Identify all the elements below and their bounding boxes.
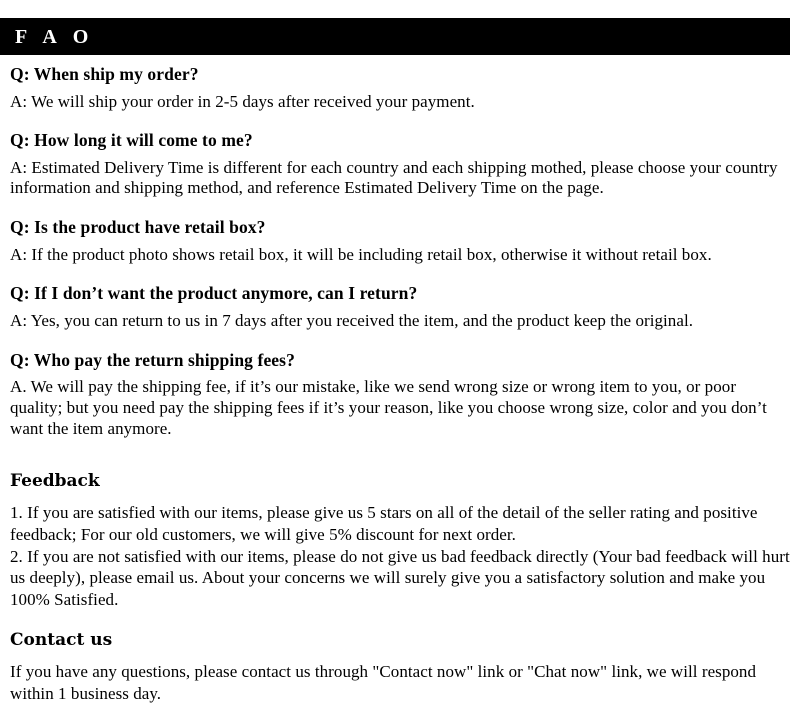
feedback-section: Feedback 1. If you are satisfied with ou…	[10, 473, 792, 610]
faq-question: Q: If I don’t want the product anymore, …	[10, 283, 418, 304]
faq-content: Q: When ship my order? A: We will ship y…	[10, 64, 792, 704]
faq-page: F A O Q: When ship my order? A: We will …	[0, 0, 800, 703]
faq-question: Q: Who pay the return shipping fees?	[10, 349, 295, 370]
faq-answer: A: Estimated Delivery Time is different …	[10, 157, 778, 198]
faq-question: Q: When ship my order?	[10, 64, 199, 84]
faq-question: Q: Is the product have retail box?	[10, 217, 266, 238]
faq-header-bar: F A O	[0, 18, 790, 55]
feedback-paragraph: 2. If you are not satisfied with our ite…	[10, 546, 790, 609]
feedback-paragraph: 1. If you are satisfied with our items, …	[10, 503, 758, 544]
faq-question: Q: How long it will come to me?	[10, 130, 253, 151]
feedback-heading: Feedback	[10, 471, 100, 492]
faq-item: Q: When ship my order? A: We will ship y…	[10, 64, 792, 112]
faq-item: Q: Who pay the return shipping fees? A. …	[10, 349, 792, 440]
faq-item: Q: If I don’t want the product anymore, …	[10, 285, 792, 331]
faq-answer: A. We will pay the shipping fee, if it’s…	[10, 377, 767, 438]
contact-paragraph: If you have any questions, please contac…	[10, 662, 757, 703]
faq-answer: A: If the product photo shows retail box…	[10, 244, 712, 264]
faq-header-title: F A O	[15, 25, 95, 48]
faq-answer: A: We will ship your order in 2-5 days a…	[10, 91, 475, 111]
faq-item: Q: How long it will come to me? A: Estim…	[10, 132, 792, 199]
contact-section: Contact us If you have any questions, pl…	[10, 632, 792, 704]
contact-heading: Contact us	[10, 630, 113, 651]
faq-answer: A: Yes, you can return to us in 7 days a…	[10, 310, 694, 330]
faq-item: Q: Is the product have retail box? A: If…	[10, 219, 792, 265]
